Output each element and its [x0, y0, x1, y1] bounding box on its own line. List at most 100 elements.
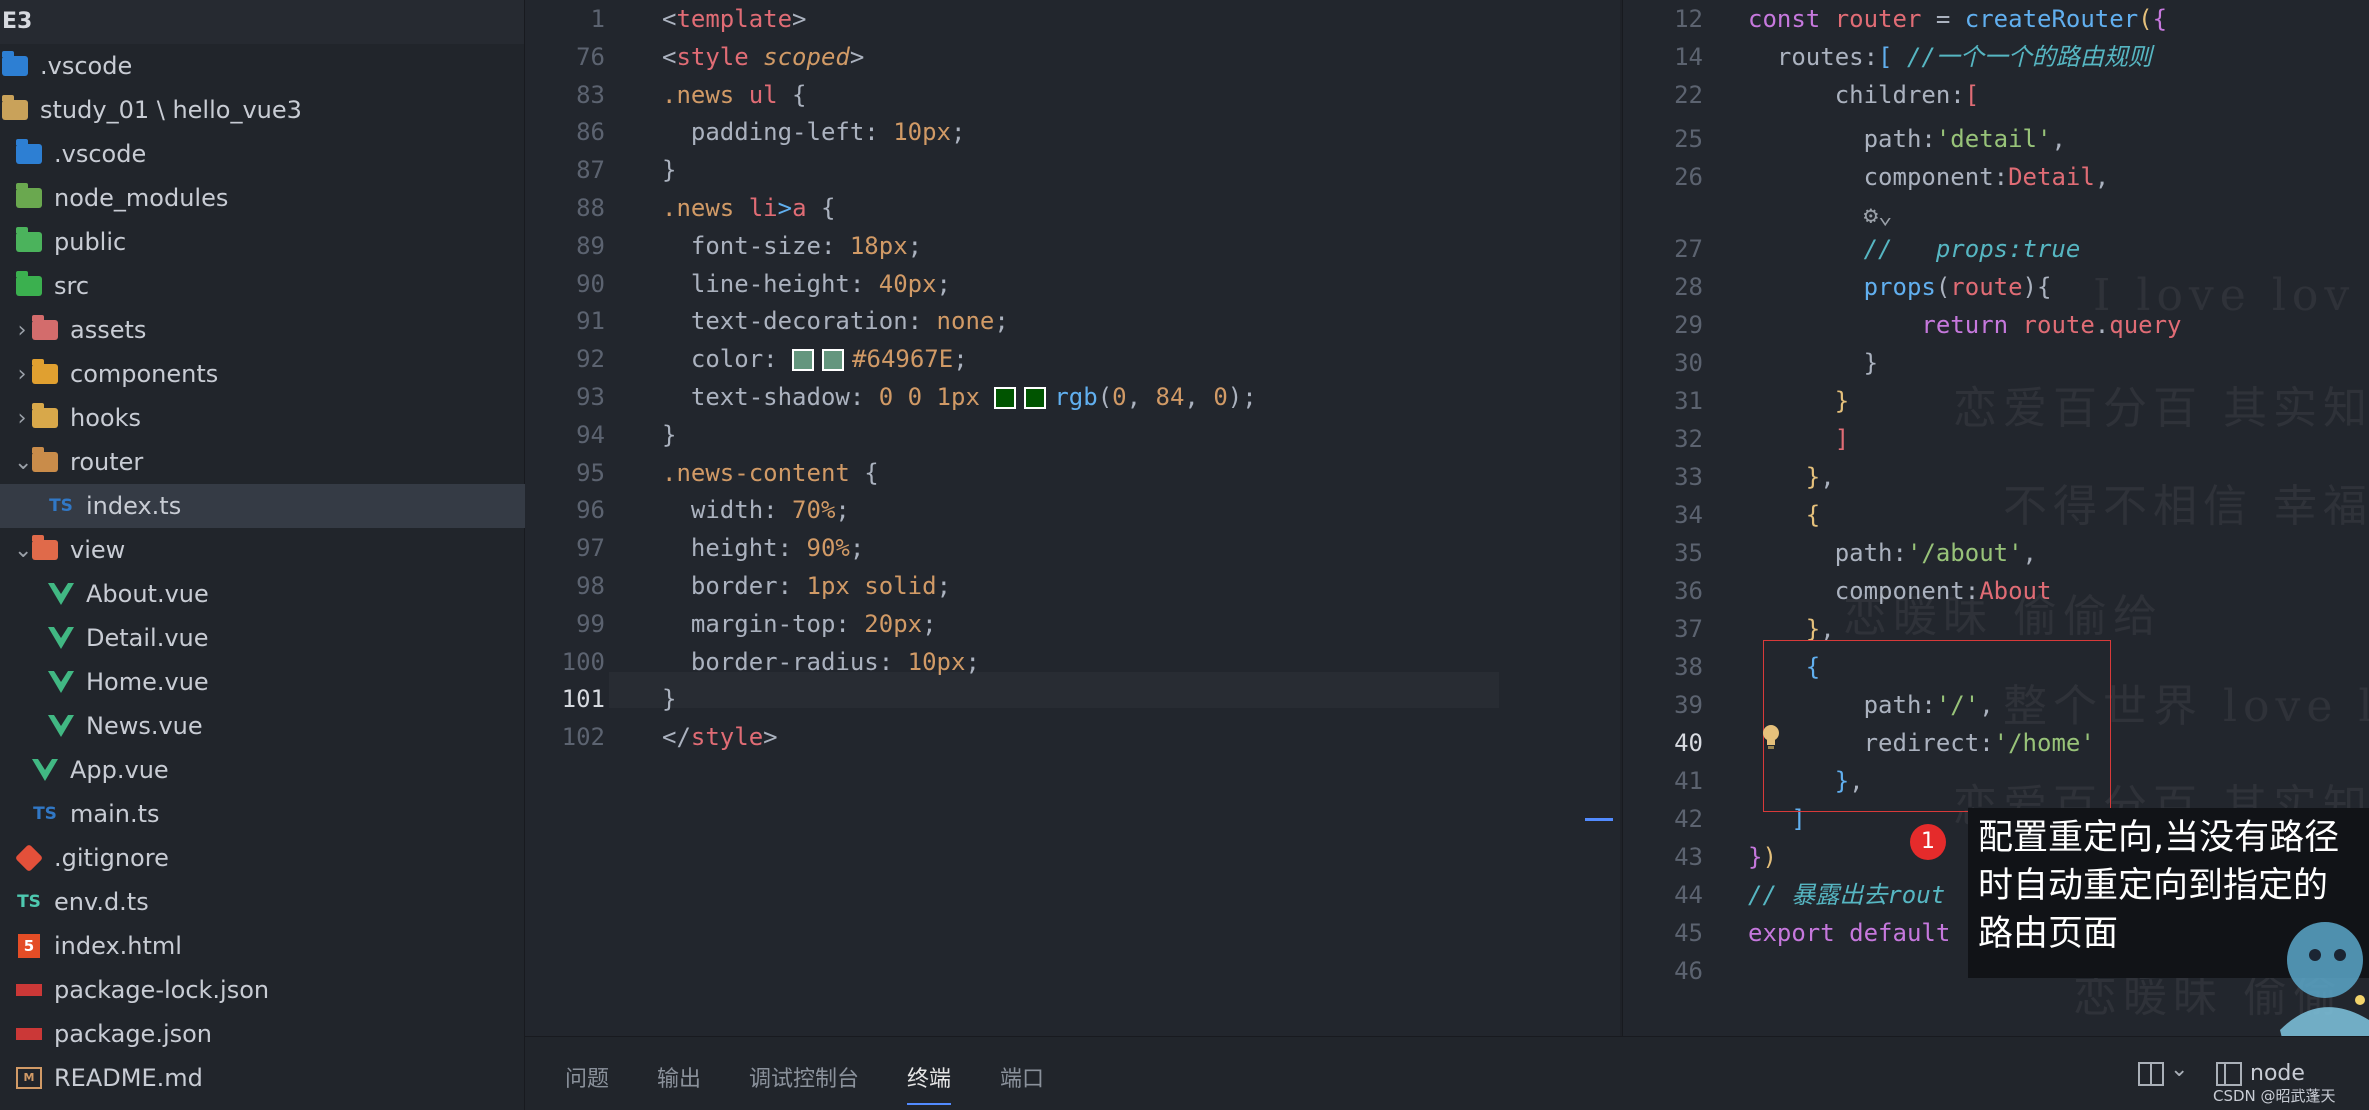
code-line[interactable]: 14 routes:[ //一个一个的路由规则 — [1623, 38, 2369, 76]
code-line[interactable]: 31 } — [1623, 382, 2369, 420]
npm-file-icon — [14, 975, 44, 1005]
chevron-down-icon[interactable]: ⌄ — [2170, 1057, 2188, 1082]
chevron-icon[interactable]: › — [14, 318, 30, 343]
line-number: 92 — [576, 345, 605, 374]
code-line[interactable]: 102 </style> — [525, 718, 1620, 756]
tab-terminal[interactable]: 终端 — [907, 1061, 952, 1105]
code-line[interactable]: 36 component:About — [1623, 572, 2369, 610]
code-text: text-shadow: 0 0 1px rgb(0, 84, 0); — [662, 383, 1257, 411]
code-line[interactable]: 34 { — [1623, 496, 2369, 534]
split-layout-icon[interactable] — [2137, 1061, 2165, 1087]
code-text: ] — [1748, 425, 1850, 453]
chevron-icon[interactable]: › — [14, 406, 30, 431]
color-swatch[interactable] — [792, 349, 815, 372]
components-folder-icon — [30, 359, 60, 389]
tree-item[interactable]: TS main.ts — [0, 792, 538, 836]
code-line[interactable]: 87} — [525, 151, 1620, 189]
tree-item[interactable]: Home.vue — [0, 660, 554, 704]
tree-item[interactable]: src — [0, 264, 538, 308]
code-text: props(route){ — [1748, 273, 2052, 301]
code-line[interactable]: 25 path:'detail', — [1623, 120, 2369, 158]
code-line[interactable]: 96 width: 70%; — [525, 491, 1620, 529]
tab-debug-console[interactable]: 调试控制台 — [749, 1061, 859, 1093]
color-swatch[interactable] — [822, 349, 845, 372]
view-folder-icon — [30, 535, 60, 565]
code-line[interactable]: 29 return route.query — [1623, 306, 2369, 344]
code-line[interactable]: 32 ] — [1623, 420, 2369, 458]
code-line[interactable]: 89 font-size: 18px; — [525, 227, 1620, 265]
tree-item-label: main.ts — [70, 800, 160, 828]
tree-item[interactable]: ⌄ router — [0, 440, 538, 484]
code-line[interactable]: 88 .news li>a { — [525, 189, 1620, 227]
code-line[interactable]: 28 props(route){ — [1623, 268, 2369, 306]
line-number: 95 — [576, 458, 605, 487]
code-line[interactable]: 90 line-height: 40px; — [525, 265, 1620, 303]
tree-item[interactable]: node_modules — [0, 176, 538, 220]
line-number: 88 — [576, 194, 605, 222]
tab-problems[interactable]: 问题 — [565, 1061, 609, 1093]
code-line[interactable]: 26 component:Detail, — [1623, 158, 2369, 196]
code-text: path:'detail', — [1748, 125, 2066, 153]
tree-item[interactable]: M README.md — [0, 1056, 538, 1100]
tree-item[interactable]: .gitignore — [0, 836, 538, 880]
code-text: // props:true — [1748, 235, 2081, 263]
code-line[interactable]: 92 color: #64967E; — [525, 340, 1620, 378]
tree-item[interactable]: package-lock.json — [0, 968, 538, 1012]
tab-ports[interactable]: 端口 — [1000, 1061, 1044, 1093]
code-line[interactable]: 91 text-decoration: none; — [525, 302, 1620, 340]
code-line[interactable]: 12 const router = createRouter({ — [1623, 0, 2369, 38]
tree-item[interactable]: Detail.vue — [0, 616, 554, 660]
code-line[interactable]: 22 children:[ — [1623, 76, 2369, 114]
line-number: 14 — [1674, 42, 1703, 71]
code-line[interactable]: 33 }, — [1623, 458, 2369, 496]
tree-item[interactable]: About.vue — [0, 572, 554, 616]
code-line[interactable]: 98 border: 1px solid; — [525, 567, 1620, 605]
chevron-icon[interactable]: ⌄ — [14, 450, 32, 475]
line-number: 26 — [1674, 162, 1703, 191]
chevron-icon[interactable]: ⌄ — [14, 538, 32, 563]
tab-output[interactable]: 输出 — [657, 1061, 701, 1093]
code-line[interactable]: 93 text-shadow: 0 0 1px rgb(0, 84, 0); — [525, 378, 1620, 416]
chevron-icon[interactable]: › — [14, 362, 30, 387]
tree-item[interactable]: › assets — [0, 308, 538, 352]
code-line[interactable]: ⚙⌄ — [1623, 196, 2369, 234]
tree-item[interactable]: study_01 \ hello_vue3 — [0, 88, 524, 132]
code-text: path:'/about', — [1748, 539, 2037, 567]
code-line[interactable]: 1 <template> — [525, 0, 1620, 38]
terminal-name[interactable]: node — [2250, 1061, 2305, 1086]
tree-item-label: hooks — [70, 404, 141, 432]
line-number: 43 — [1674, 843, 1703, 871]
tree-item[interactable]: .vscode — [0, 44, 524, 88]
tree-item[interactable]: News.vue — [0, 704, 554, 748]
tree-item[interactable]: › components — [0, 352, 538, 396]
code-line[interactable]: 30 } — [1623, 344, 2369, 382]
code-line[interactable]: 83 .news ul { — [525, 76, 1620, 114]
code-line[interactable]: 94} — [525, 416, 1620, 454]
color-swatch[interactable] — [994, 387, 1017, 409]
code-text: width: 70%; — [662, 496, 850, 525]
code-line[interactable]: 76 <style scoped> — [525, 38, 1620, 76]
tree-item[interactable]: TS index.ts — [0, 484, 554, 528]
editor-left[interactable]: 1 <template> 76 <style scoped> 83 .news ul {8… — [525, 0, 1620, 1036]
tree-item[interactable]: TS env.d.ts — [0, 880, 538, 924]
line-number: 1 — [590, 5, 605, 33]
tree-item[interactable]: App.vue — [0, 748, 538, 792]
code-line[interactable]: 35 path:'/about', — [1623, 534, 2369, 572]
tree-item-label: README.md — [54, 1064, 203, 1092]
tree-item-label: assets — [70, 316, 147, 344]
tree-item[interactable]: 5 index.html — [0, 924, 538, 968]
code-line[interactable]: 99 margin-top: 20px; — [525, 605, 1620, 643]
code-line[interactable]: 86 padding-left: 10px; — [525, 113, 1620, 151]
ai-action-icon: ⚙⌄ — [1748, 200, 1893, 229]
code-line[interactable]: 97 height: 90%; — [525, 529, 1620, 567]
code-line[interactable]: 27 // props:true — [1623, 230, 2369, 268]
tree-item[interactable]: .vscode — [0, 132, 538, 176]
tree-item[interactable]: › hooks — [0, 396, 538, 440]
terminal-icon[interactable] — [2215, 1061, 2243, 1087]
tree-item[interactable]: package.json — [0, 1012, 538, 1056]
lightbulb-icon[interactable] — [1762, 724, 1780, 750]
color-swatch[interactable] — [1024, 387, 1047, 409]
tree-item[interactable]: public — [0, 220, 538, 264]
tree-item[interactable]: ⌄ view — [0, 528, 538, 572]
code-line[interactable]: 95 .news-content { — [525, 454, 1620, 492]
